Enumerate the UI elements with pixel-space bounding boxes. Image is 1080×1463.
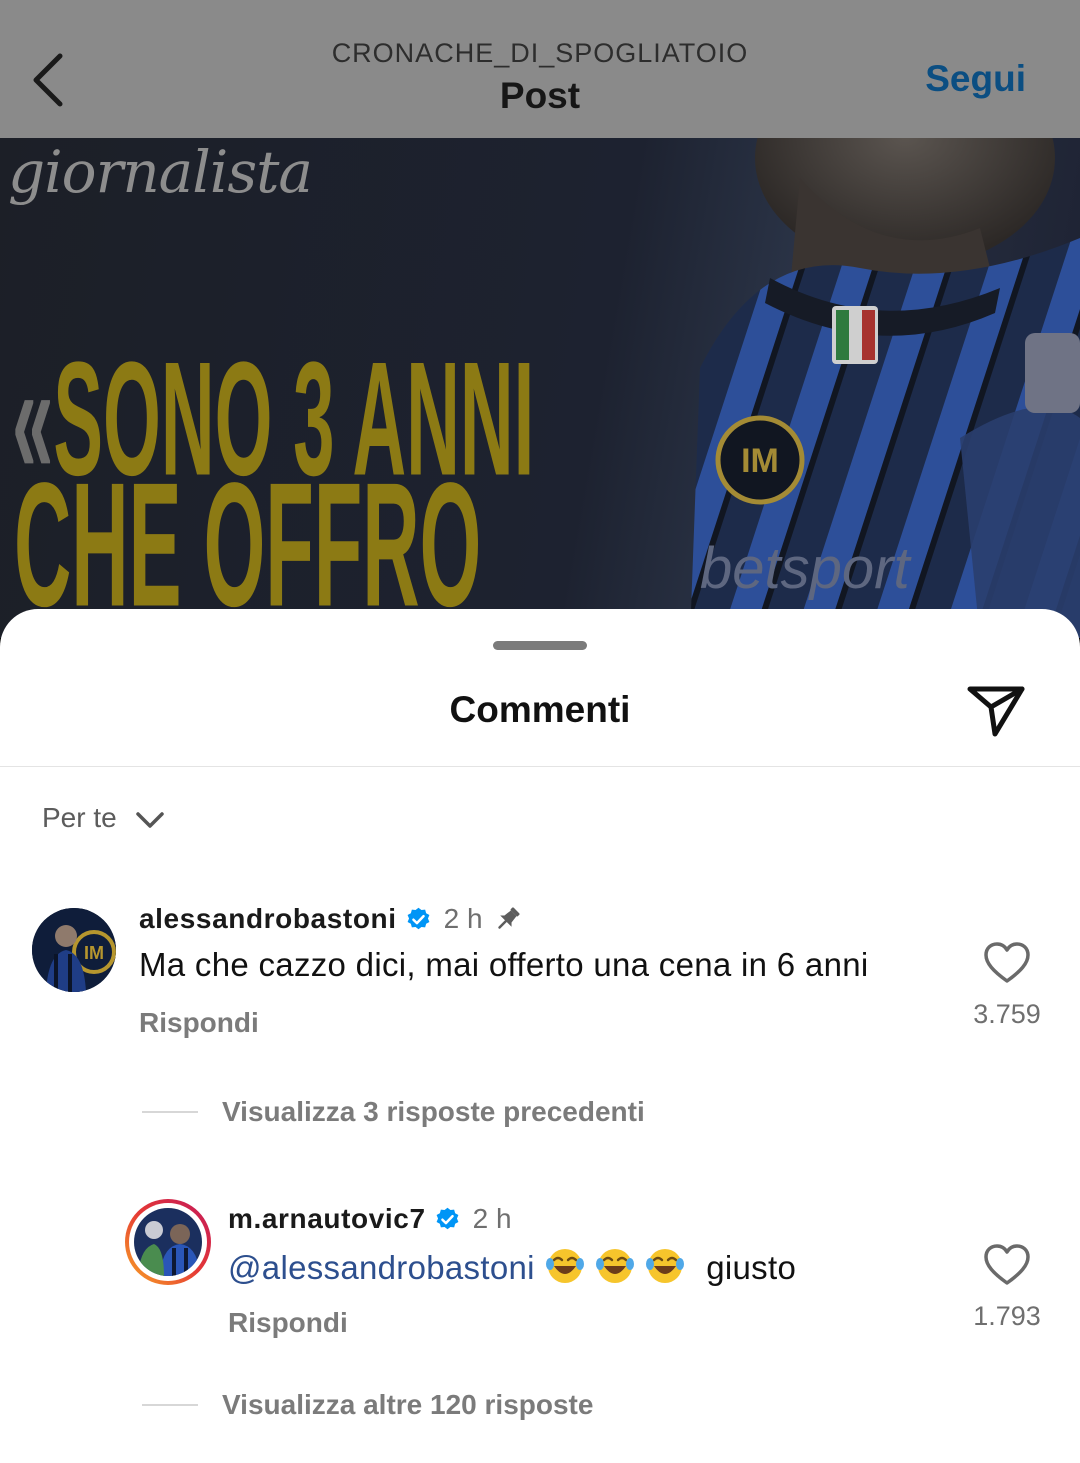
thread-line	[142, 1404, 198, 1406]
page-title: Post	[499, 75, 581, 116]
verified-badge-icon	[436, 1207, 459, 1229]
chevron-down-icon	[135, 811, 164, 828]
heart-icon	[984, 942, 1030, 983]
username[interactable]: m.arnautovic7	[228, 1203, 426, 1235]
comment-text-after: giusto	[706, 1249, 797, 1286]
like-button[interactable]	[983, 1243, 1031, 1287]
avatar-photo	[134, 1208, 202, 1276]
view-more-replies-label: Visualizza altre 120 risposte	[222, 1389, 594, 1420]
comment-text: Ma che cazzo dici, mai offerto una cena …	[139, 946, 869, 983]
view-replies-link[interactable]: Visualizza 3 risposte precedenti	[142, 1096, 645, 1128]
verified-badge-icon	[407, 907, 430, 929]
avatar[interactable]: IM	[32, 908, 116, 992]
comment-item: IM alessandrobastoni 2 h Ma che cazzo di…	[0, 899, 1080, 1139]
post-image[interactable]: IM betsport giornalista «SONO 3 ANNI CHE…	[0, 138, 1080, 638]
svg-text:IM: IM	[741, 442, 779, 480]
like-button[interactable]	[983, 941, 1031, 985]
comment-header: m.arnautovic7 2 h	[228, 1203, 512, 1235]
comment-time: 2 h	[443, 903, 483, 934]
reply-button[interactable]: Rispondi	[228, 1307, 348, 1339]
thread-line	[142, 1111, 198, 1113]
post-header: CRONACHE_DI_SPOGLIATOIO Post Segui	[0, 0, 1080, 138]
laughing-tears-emoji-icon	[545, 1249, 584, 1283]
comment-header: alessandrobastoni 2 h	[139, 903, 523, 935]
comments-sheet: Commenti Per te IM alessandrobastoni 2 h…	[0, 609, 1080, 1463]
laughing-tears-emoji-icon	[645, 1249, 684, 1283]
reply-button[interactable]: Rispondi	[139, 1007, 259, 1039]
comment-text: @alessandrobastoni giusto	[228, 1246, 796, 1287]
svg-text:IM: IM	[84, 943, 104, 963]
avatar-photo: IM	[32, 908, 116, 992]
laughing-tears-emoji-icon	[595, 1249, 634, 1283]
follow-button[interactable]: Segui	[925, 58, 1026, 100]
overlay-word: giornalista	[8, 138, 313, 206]
sort-dropdown[interactable]: Per te	[42, 802, 165, 834]
mention-link[interactable]: @alessandrobastoni	[228, 1249, 535, 1286]
like-count: 1.793	[973, 1301, 1041, 1331]
paper-plane-icon	[967, 686, 1025, 737]
sort-label: Per te	[42, 802, 117, 833]
reply-item: m.arnautovic7 2 h @alessandrobastoni giu…	[0, 1199, 1080, 1429]
like-count: 3.759	[973, 999, 1041, 1029]
comment-time: 2 h	[472, 1203, 512, 1234]
sheet-title: Commenti	[449, 689, 631, 730]
share-button[interactable]	[962, 679, 1028, 739]
svg-text:betsport: betsport	[700, 536, 912, 601]
drag-handle[interactable]	[493, 641, 587, 650]
username[interactable]: alessandrobastoni	[139, 903, 397, 935]
account-name[interactable]: CRONACHE_DI_SPOGLIATOIO	[0, 38, 1080, 69]
pin-icon	[497, 907, 520, 929]
heart-icon	[984, 1244, 1030, 1285]
view-more-replies-link[interactable]: Visualizza altre 120 risposte	[142, 1389, 593, 1421]
divider	[0, 766, 1080, 767]
avatar-story-ring[interactable]	[125, 1199, 211, 1285]
view-replies-label: Visualizza 3 risposte precedenti	[222, 1096, 645, 1127]
